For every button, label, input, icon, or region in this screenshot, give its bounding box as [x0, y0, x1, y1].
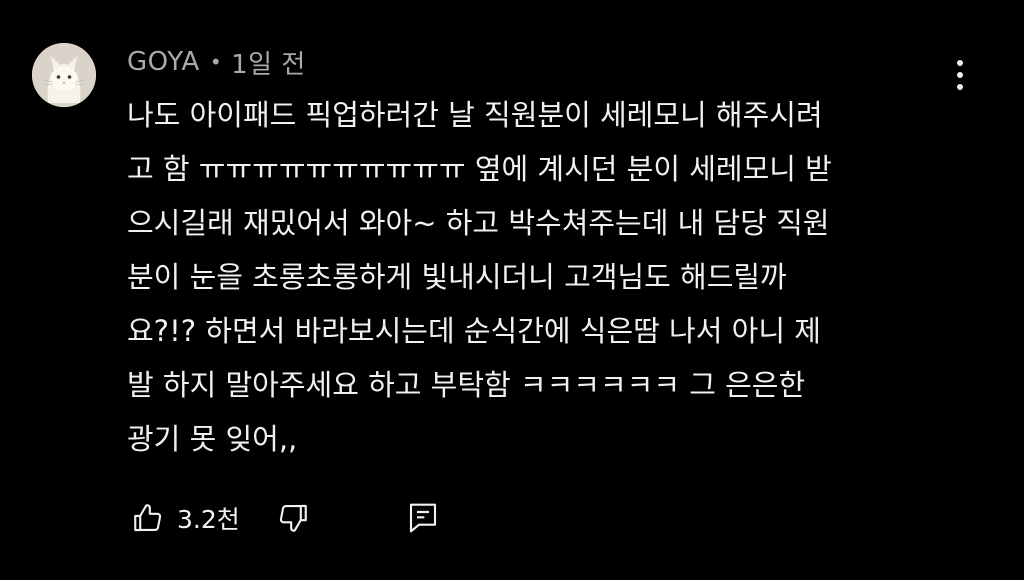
comment-text: 나도 아이패드 픽업하러간 날 직원분이 세레모니 해주시려 고 함 ㅠㅠㅠㅠㅠ… [127, 98, 832, 456]
comment-actions: 3.2천 [129, 496, 442, 540]
thumbs-down-icon [279, 504, 307, 532]
meta-separator: • [209, 50, 223, 74]
like-button[interactable] [129, 498, 167, 538]
dislike-button[interactable] [274, 498, 312, 538]
cat-avatar-icon [32, 43, 96, 107]
thumbs-up-icon [134, 504, 162, 532]
comment-meta: GOYA • 1일 전 [127, 44, 306, 80]
author-name[interactable]: GOYA [127, 47, 200, 77]
more-vertical-icon-dot [957, 72, 963, 78]
comment-thread-item: GOYA • 1일 전 나도 아이패드 픽업하러간 날 직원분이 세레모니 해주… [0, 0, 1024, 580]
comment-reply-icon [409, 503, 436, 533]
more-options-button[interactable] [946, 56, 976, 96]
comment-timestamp[interactable]: 1일 전 [231, 44, 306, 81]
like-count: 3.2천 [177, 505, 240, 534]
reply-button[interactable] [404, 498, 442, 538]
avatar[interactable] [32, 43, 96, 107]
more-vertical-icon [957, 60, 963, 66]
more-vertical-icon-dot [957, 84, 963, 90]
